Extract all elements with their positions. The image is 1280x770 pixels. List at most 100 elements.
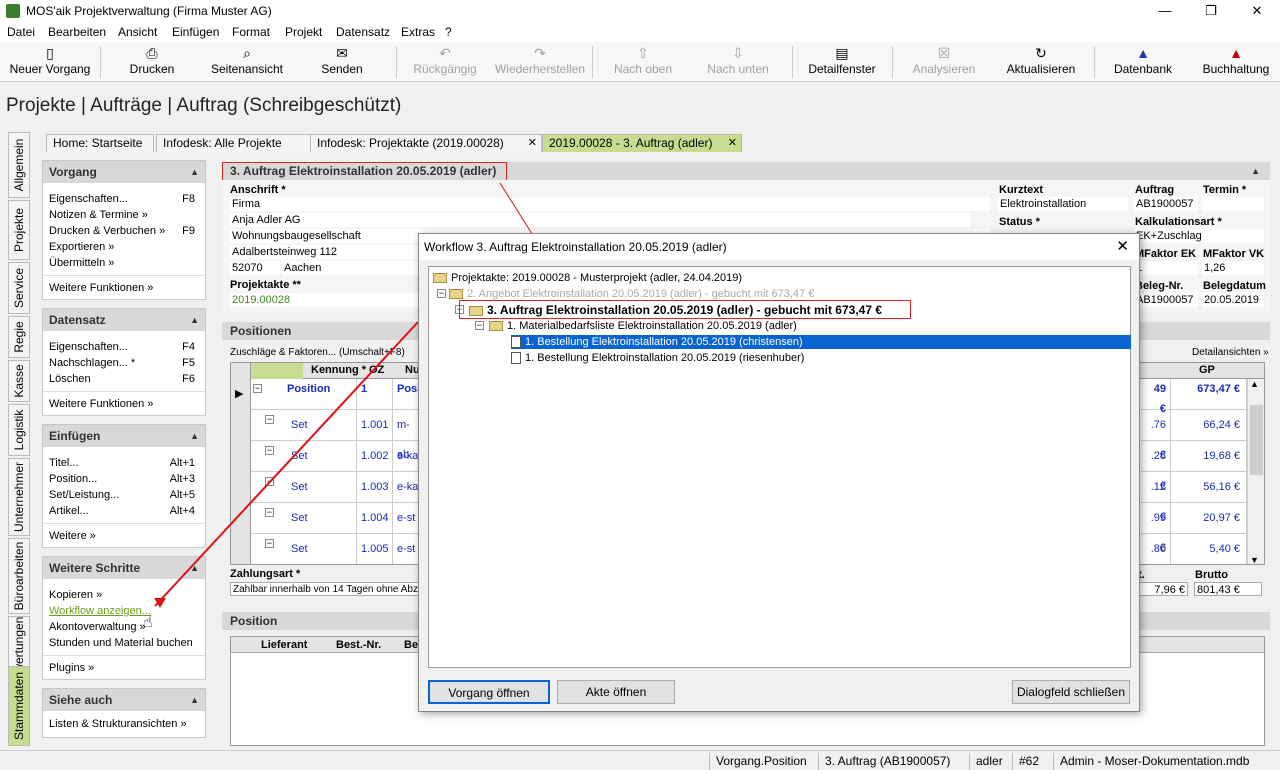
menu-uebermitteln[interactable]: Übermitteln » <box>43 255 205 271</box>
menu-help[interactable]: ? <box>445 25 452 39</box>
menu-plugins[interactable]: Plugins » <box>43 660 205 676</box>
col-lieferant[interactable]: Lieferant <box>261 639 307 651</box>
vtab-regie[interactable]: Regie <box>8 316 30 358</box>
close-tab-icon[interactable]: ✕ <box>728 135 737 152</box>
grid-cell-kennung[interactable]: Set <box>287 534 323 564</box>
menu-artikel[interactable]: Artikel... Alt+4 <box>43 503 205 519</box>
menu-workflow-anzeigen[interactable]: Workflow anzeigen... <box>43 603 205 619</box>
grid-cell-oz[interactable]: 1 <box>357 379 393 410</box>
grid-cell-gp[interactable]: 20,97 € <box>1171 503 1247 534</box>
menu-stunden-material[interactable]: Stunden und Material buchen <box>43 635 205 651</box>
menu-weitere-funktionen[interactable]: Weitere Funktionen » <box>43 280 205 296</box>
tree-toggle-icon[interactable]: − <box>475 321 484 330</box>
grid-cell-kennung[interactable]: Set <box>287 410 323 441</box>
maximize-button[interactable]: ❐ <box>1188 0 1234 22</box>
undo-button[interactable]: ↶ Rückgängig <box>400 44 490 80</box>
col-be[interactable]: Be <box>404 639 418 651</box>
menu-position[interactable]: Position... Alt+3 <box>43 471 205 487</box>
col-oz[interactable]: OZ <box>369 364 384 376</box>
detail-window-button[interactable]: ▤ Detailfenster <box>798 44 886 80</box>
redo-button[interactable]: ↷ Wiederherstellen <box>492 44 588 80</box>
dialog-close-icon[interactable]: ✕ <box>1116 234 1129 260</box>
vtab-stammdaten[interactable]: Stammdaten <box>8 666 30 746</box>
close-button[interactable]: ✕ <box>1234 0 1280 22</box>
termin-field[interactable] <box>1202 197 1264 211</box>
menu-format[interactable]: Format <box>232 25 270 39</box>
col-best-nr[interactable]: Best.-Nr. <box>336 639 381 651</box>
tree-node-materialbedarf[interactable]: 1. Materialbedarfsliste Elektroinstallat… <box>489 319 797 333</box>
beleg-nr-field[interactable]: AB1900057 <box>1134 293 1198 307</box>
grid-cell-oz[interactable]: 1.001 <box>357 410 393 441</box>
vtab-unternehmer[interactable]: Unternehmer <box>8 458 30 536</box>
menu-kopieren[interactable]: Kopieren » <box>43 587 205 603</box>
mfaktor-vk-field[interactable]: 1,26 <box>1202 261 1264 275</box>
menu-einfuegen[interactable]: Einfügen <box>172 25 219 39</box>
tab-home[interactable]: Home: Startseite <box>46 134 154 152</box>
address-line-2[interactable]: Anja Adler AG <box>230 213 970 227</box>
grid-cell-kennung[interactable]: Set <box>287 503 323 534</box>
grid-cell-preis[interactable]: .12 € <box>1141 472 1171 523</box>
menu-extras[interactable]: Extras <box>401 25 435 39</box>
menu-datei[interactable]: Datei <box>7 25 35 39</box>
tree-node-projektakte[interactable]: Projektakte: 2019.00028 - Musterprojekt … <box>433 271 742 285</box>
grid-cell-preis[interactable]: .80 € <box>1141 534 1171 564</box>
grid-cell-preis[interactable]: .28 € <box>1141 441 1171 492</box>
grid-cell-oz[interactable]: 1.005 <box>357 534 393 564</box>
menu-listen[interactable]: Listen & Strukturansichten » <box>43 716 205 732</box>
grid-cell-preis[interactable]: .99 € <box>1141 503 1171 554</box>
grid-cell-preis[interactable]: .76 € <box>1141 410 1171 461</box>
menu-ansicht[interactable]: Ansicht <box>118 25 157 39</box>
section-header[interactable]: Datensatz ▲ <box>43 309 205 331</box>
new-vorgang-button[interactable]: ▯ Neuer Vorgang <box>4 44 96 80</box>
address-line-1[interactable]: Firma <box>230 197 990 211</box>
grid-scrollbar[interactable]: ▲ ▼ <box>1247 379 1264 564</box>
menu-datensatz[interactable]: Datensatz <box>336 25 390 39</box>
menu-bearbeiten[interactable]: Bearbeiten <box>48 25 106 39</box>
col-gp[interactable]: GP <box>1199 364 1215 376</box>
grid-cell-gp[interactable]: 5,40 € <box>1171 534 1247 564</box>
menu-drucken-verbuchen[interactable]: Drucken & Verbuchen » F9 <box>43 223 205 239</box>
kurztext-field[interactable]: Elektroinstallation <box>998 197 1128 211</box>
section-header[interactable]: Vorgang ▲ <box>43 161 205 183</box>
grid-cell-gp[interactable]: 66,24 € <box>1171 410 1247 441</box>
menu-exportieren[interactable]: Exportieren » <box>43 239 205 255</box>
belegdatum-field[interactable]: 20.05.2019 <box>1202 293 1264 307</box>
close-tab-icon[interactable]: ✕ <box>528 135 537 152</box>
vtab-logistik[interactable]: Logistik <box>8 404 30 456</box>
menu-set-leistung[interactable]: Set/Leistung... Alt+5 <box>43 487 205 503</box>
tab-projektakte[interactable]: Infodesk: Projektakte (2019.00028) ✕ <box>310 134 542 152</box>
menu-ds-eigenschaften[interactable]: Eigenschaften... F4 <box>43 339 205 355</box>
plz-field[interactable]: 52070 <box>230 261 280 275</box>
section-header[interactable]: Weitere Schritte ▲ <box>43 557 205 579</box>
grid-cell-gp[interactable]: 673,47 € <box>1171 379 1247 410</box>
menu-notizen[interactable]: Notizen & Termine » <box>43 207 205 223</box>
menu-akontoverwaltung[interactable]: Akontoverwaltung » <box>43 619 205 635</box>
send-button[interactable]: ✉ Senden <box>296 44 388 80</box>
grid-cell-oz[interactable]: 1.004 <box>357 503 393 534</box>
refresh-button[interactable]: ↻ Aktualisieren <box>996 44 1086 80</box>
grid-cell-kennung[interactable]: Set <box>287 441 323 472</box>
akte-oeffnen-button[interactable]: Akte öffnen <box>557 680 675 704</box>
section-header[interactable]: Siehe auch ▲ <box>43 689 205 711</box>
grid-cell-oz[interactable]: 1.002 <box>357 441 393 472</box>
menu-eigenschaften[interactable]: Eigenschaften... F8 <box>43 191 205 207</box>
auftrag-field[interactable]: AB1900057 <box>1134 197 1198 211</box>
preview-button[interactable]: ⌕ Seitenansicht <box>200 44 294 80</box>
minimize-button[interactable]: — <box>1142 0 1188 22</box>
kalkulationsart-field[interactable]: EK+Zuschlag <box>1134 229 1264 243</box>
detailansichten-link[interactable]: Detailansichten » <box>1192 347 1269 358</box>
col-kennung[interactable]: Kennung * <box>311 364 366 376</box>
tree-node-bestellung-riesenhuber[interactable]: 1. Bestellung Elektroinstallation 20.05.… <box>511 351 804 365</box>
grid-cell-gp[interactable]: 19,68 € <box>1171 441 1247 472</box>
tab-auftrag[interactable]: 2019.00028 - 3. Auftrag (adler) ✕ <box>542 134 742 152</box>
tree-node-angebot[interactable]: 2. Angebot Elektroinstallation 20.05.201… <box>449 287 814 301</box>
menu-einf-weitere[interactable]: Weitere » <box>43 528 205 544</box>
tree-toggle-icon[interactable]: − <box>437 289 446 298</box>
move-up-button[interactable]: ⇧ Nach oben <box>598 44 688 80</box>
database-button[interactable]: ▲ Datenbank <box>1100 44 1186 80</box>
menu-ds-weitere[interactable]: Weitere Funktionen » <box>43 396 205 412</box>
mfaktor-ek-field[interactable]: 1 <box>1134 261 1198 275</box>
grid-cell-kennung[interactable]: Position <box>283 379 330 410</box>
grid-cell-oz[interactable]: 1.003 <box>357 472 393 503</box>
vtab-allgemein[interactable]: Allgemein <box>8 132 30 198</box>
